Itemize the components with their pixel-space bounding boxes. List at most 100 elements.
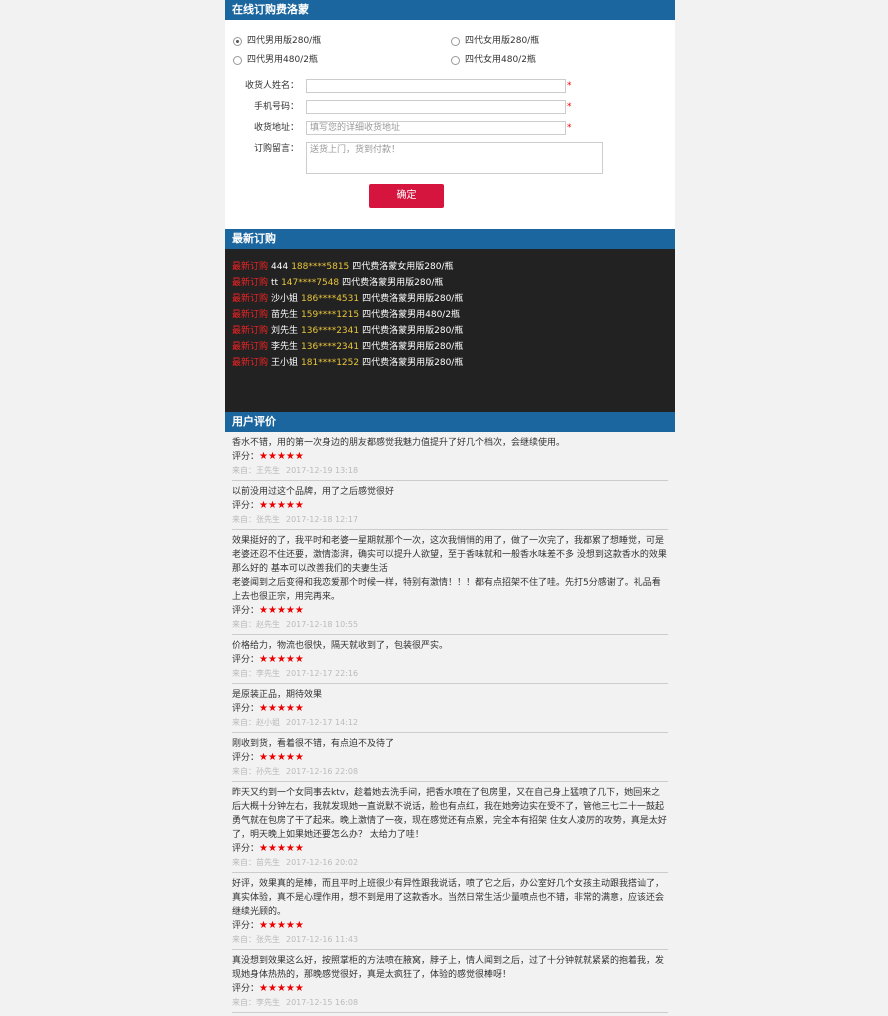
latest-tag: 最新订购 [232, 358, 269, 368]
star-rating-icon: ★★★★★ [259, 752, 304, 763]
option-male-280[interactable]: 四代男用版280/瓶 [233, 35, 321, 47]
order-phone: 136****2341 [301, 326, 360, 336]
latest-orders: 最新订购 444 188****5815 四代费洛蒙女用版280/瓶 最新订购 tt 147… [225, 249, 675, 412]
review-score: 评分：★★★★★ [232, 842, 668, 856]
review-date: 2017-12-16 20:02 [286, 858, 359, 867]
message-textarea[interactable]: 送货上门，货到付款！ [306, 142, 603, 174]
score-label: 评分： [232, 921, 260, 931]
review-score: 评分：★★★★★ [232, 982, 668, 996]
from-label: 来自： [232, 515, 256, 524]
review-score: 评分：★★★★★ [232, 653, 668, 667]
phone-input[interactable] [306, 100, 566, 114]
score-label: 评分： [232, 704, 260, 714]
option-female-280[interactable]: 四代女用版280/瓶 [451, 35, 539, 47]
option-male-480[interactable]: 四代男用480/2瓶 [233, 54, 318, 66]
from-label: 来自： [232, 767, 256, 776]
review-meta: 来自：赵先生 2017-12-18 10:55 [232, 618, 668, 631]
order-product: 四代费洛蒙男用版280/瓶 [362, 326, 464, 336]
review-date: 2017-12-17 22:16 [286, 669, 359, 678]
message-label: 订购留言： [253, 144, 299, 154]
review-score: 评分：★★★★★ [232, 499, 668, 513]
reviews-title: 用户评价 [225, 412, 675, 432]
star-rating-icon: ★★★★★ [259, 843, 304, 854]
order-product: 四代费洛蒙男用版280/瓶 [362, 358, 464, 368]
order-form: 四代男用版280/瓶 四代女用版280/瓶 四代男用480/2瓶 四代女用480… [225, 20, 675, 229]
address-input[interactable]: 填写您的详细收货地址 [306, 121, 566, 135]
review-text: 真没想到效果这么好，按照掌柜的方法喷在腋窝，脖子上，情人闻到之后，过了十分钟就就… [232, 956, 665, 980]
score-label: 评分： [232, 753, 260, 763]
reviews-section: 香水不错，用的第一次身边的朋友都感觉我魅力值提升了好几个档次，会继续使用。 评分：… [225, 432, 675, 1013]
score-label: 评分： [232, 844, 260, 854]
latest-order-item: 最新订购 刘先生 136****2341 四代费洛蒙男用版280/瓶 [232, 324, 675, 340]
review-text: 刚收到货，看着很不错，有点迫不及待了 [232, 739, 395, 749]
latest-title: 最新订购 [225, 229, 675, 249]
review-author: 李先生 [256, 669, 280, 678]
option-label: 四代男用版280/瓶 [247, 36, 322, 46]
option-female-480[interactable]: 四代女用480/2瓶 [451, 54, 536, 66]
order-product: 四代费洛蒙男用版280/瓶 [362, 294, 464, 304]
review-date: 2017-12-17 14:12 [286, 718, 359, 727]
review-item: 昨天又约到一个女同事去ktv，趁着她去洗手间，把香水喷在了包房里，又在自己身上猛… [232, 782, 668, 873]
from-label: 来自： [232, 858, 256, 867]
review-author: 王先生 [256, 466, 280, 475]
order-phone: 188****5815 [291, 262, 350, 272]
from-label: 来自： [232, 935, 256, 944]
order-phone: 147****7548 [281, 278, 340, 288]
review-item: 真没想到效果这么好，按照掌柜的方法喷在腋窝，脖子上，情人闻到之后，过了十分钟就就… [232, 950, 668, 1013]
radio-icon[interactable] [451, 55, 460, 65]
star-rating-icon: ★★★★★ [259, 920, 304, 931]
order-customer-name: 王小姐 [271, 358, 299, 368]
radio-icon[interactable] [233, 36, 242, 46]
review-item: 效果挺好的了，我平时和老婆一星期就那个一次，这次我悄悄的用了，做了一次完了，我都… [232, 530, 668, 635]
review-text: 价格给力，物流也很快，隔天就收到了，包装很严实。 [232, 641, 449, 651]
review-author: 赵先生 [256, 620, 280, 629]
review-meta: 来自：李先生 2017-12-17 22:16 [232, 667, 668, 680]
review-date: 2017-12-18 10:55 [286, 620, 359, 629]
review-score: 评分：★★★★★ [232, 604, 668, 618]
review-text: 昨天又约到一个女同事去ktv，趁着她去洗手间，把香水喷在了包房里，又在自己身上猛… [232, 788, 667, 840]
order-phone: 181****1252 [301, 358, 360, 368]
review-list: 香水不错，用的第一次身边的朋友都感觉我魅力值提升了好几个档次，会继续使用。 评分：… [225, 432, 675, 1013]
latest-order-item: 最新订购 tt 147****7548 四代费洛蒙男用版280/瓶 [232, 276, 675, 292]
phone-label: 手机号码： [253, 102, 299, 112]
name-input[interactable] [306, 79, 566, 93]
latest-tag: 最新订购 [232, 294, 269, 304]
review-text: 是原装正品，期待效果 [232, 690, 323, 700]
review-meta: 来自：赵小姐 2017-12-17 14:12 [232, 716, 668, 729]
review-meta: 来自：张先生 2017-12-16 11:43 [232, 933, 668, 946]
score-label: 评分： [232, 452, 260, 462]
name-label: 收货人姓名： [244, 81, 299, 91]
option-label: 四代男用480/2瓶 [247, 55, 318, 65]
review-date: 2017-12-18 12:17 [286, 515, 359, 524]
review-score: 评分：★★★★★ [232, 450, 668, 464]
order-phone: 136****2341 [301, 342, 360, 352]
review-score: 评分：★★★★★ [232, 751, 668, 765]
option-label: 四代女用版280/瓶 [465, 36, 540, 46]
latest-tag: 最新订购 [232, 262, 269, 272]
latest-order-item: 最新订购 沙小姐 186****4531 四代费洛蒙男用版280/瓶 [232, 292, 675, 308]
review-date: 2017-12-16 22:08 [286, 767, 359, 776]
option-label: 四代女用480/2瓶 [465, 55, 536, 65]
order-customer-name: 444 [271, 262, 289, 272]
review-author: 苗先生 [256, 858, 280, 867]
review-text: 以前没用过这个品牌，用了之后感觉很好 [232, 487, 395, 497]
star-rating-icon: ★★★★★ [259, 654, 304, 665]
radio-icon[interactable] [451, 36, 460, 46]
score-label: 评分： [232, 606, 260, 616]
review-author: 张先生 [256, 935, 280, 944]
review-meta: 来自：张先生 2017-12-18 12:17 [232, 513, 668, 526]
review-meta: 来自：苗先生 2017-12-16 20:02 [232, 856, 668, 869]
latest-tag: 最新订购 [232, 342, 269, 352]
score-label: 评分： [232, 984, 260, 994]
review-text: 效果挺好的了，我平时和老婆一星期就那个一次，这次我悄悄的用了，做了一次完了，我都… [232, 536, 667, 602]
required-mark: * [567, 81, 572, 91]
radio-icon[interactable] [233, 55, 242, 65]
latest-order-item: 最新订购 444 188****5815 四代费洛蒙女用版280/瓶 [232, 260, 675, 276]
order-phone: 186****4531 [301, 294, 360, 304]
review-author: 李先生 [256, 998, 280, 1007]
submit-button[interactable]: 确定 [369, 184, 444, 208]
review-item: 好评，效果真的是棒，而且平时上班很少有异性跟我说话，喷了它之后，办公室好几个女孩… [232, 873, 668, 950]
order-customer-name: tt [271, 278, 279, 288]
review-text: 好评，效果真的是棒，而且平时上班很少有异性跟我说话，喷了它之后，办公室好几个女孩… [232, 879, 665, 917]
order-phone: 159****1215 [301, 310, 360, 320]
